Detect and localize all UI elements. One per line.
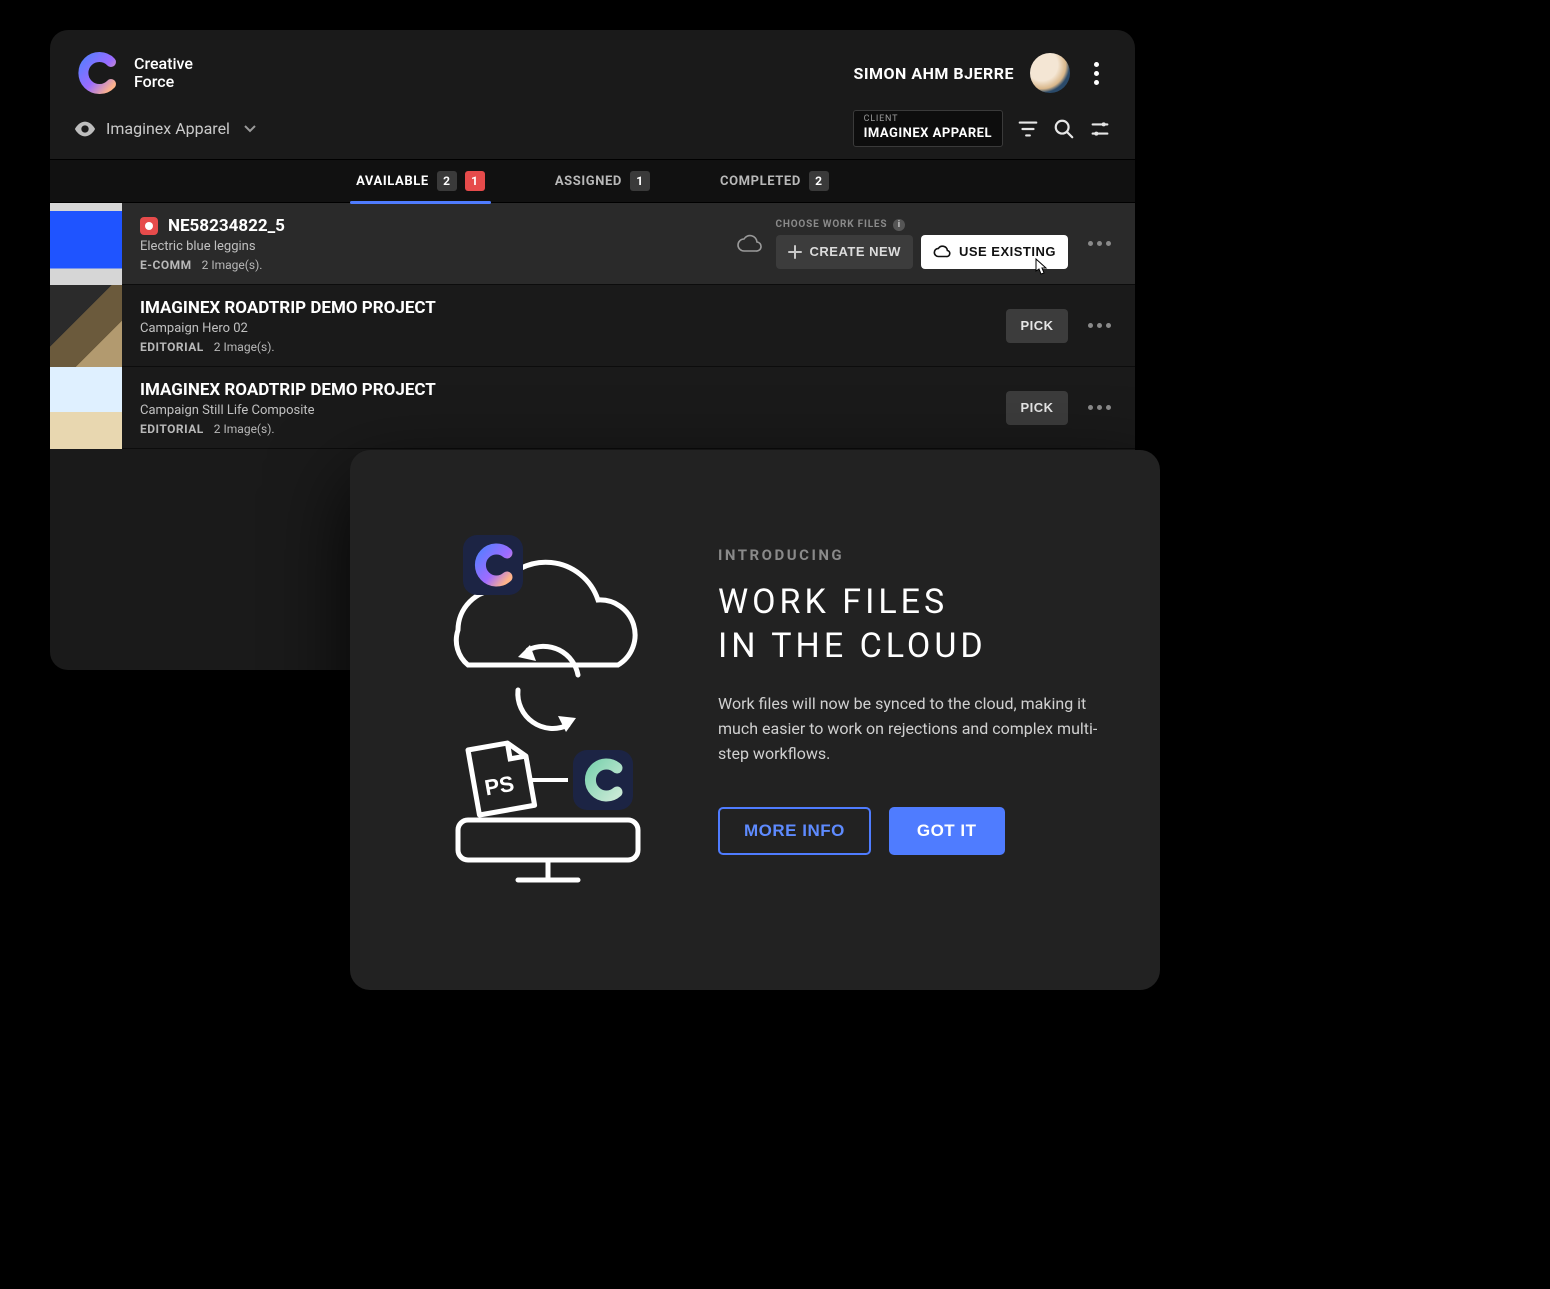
brand: Creative Force bbox=[78, 51, 193, 95]
cloud-icon bbox=[736, 234, 762, 254]
sub-header: Imaginex Apparel CLIENT IMAGINEX APPAREL bbox=[50, 102, 1135, 159]
org-selector[interactable]: Imaginex Apparel bbox=[74, 119, 256, 138]
task-tabs: AVAILABLE 2 1 ASSIGNED 1 COMPLETED 2 bbox=[50, 159, 1135, 203]
cloud-icon bbox=[933, 245, 951, 259]
got-it-button[interactable]: GOT IT bbox=[889, 807, 1005, 855]
header-more-icon[interactable] bbox=[1086, 56, 1107, 91]
task-title: IMAGINEX ROADTRIP DEMO PROJECT bbox=[140, 298, 436, 318]
choose-work-files-label: CHOOSE WORK FILES bbox=[776, 219, 888, 230]
task-tag: EDITORIAL bbox=[140, 422, 204, 436]
pick-label: PICK bbox=[1020, 318, 1053, 333]
pick-label: PICK bbox=[1020, 400, 1053, 415]
info-icon[interactable]: i bbox=[893, 219, 905, 231]
sub-header-tools: CLIENT IMAGINEX APPAREL bbox=[853, 110, 1111, 147]
task-thumbnail bbox=[50, 285, 122, 367]
task-row-actions: PICK bbox=[1006, 309, 1117, 343]
row-more-icon[interactable] bbox=[1082, 235, 1117, 252]
task-tag: E-COMM bbox=[140, 258, 192, 272]
modal-title-line1: WORK FILES bbox=[718, 580, 1112, 624]
intro-modal: PS bbox=[350, 450, 1160, 990]
task-meta: 2 Image(s). bbox=[202, 258, 263, 272]
plus-icon bbox=[788, 245, 802, 259]
modal-title: WORK FILES IN THE CLOUD bbox=[718, 580, 1112, 668]
tab-completed-label: COMPLETED bbox=[720, 174, 801, 189]
task-row-main: IMAGINEX ROADTRIP DEMO PROJECT Campaign … bbox=[140, 380, 988, 436]
use-existing-label: USE EXISTING bbox=[959, 244, 1056, 259]
svg-text:PS: PS bbox=[483, 771, 516, 801]
tab-completed-count: 2 bbox=[809, 171, 829, 191]
more-info-button[interactable]: MORE INFO bbox=[718, 807, 871, 855]
create-new-label: CREATE NEW bbox=[810, 244, 901, 259]
choose-work-files: CHOOSE WORK FILES i CREATE NEW US bbox=[776, 219, 1068, 269]
status-indicator-icon bbox=[140, 217, 158, 235]
task-row-actions: CHOOSE WORK FILES i CREATE NEW US bbox=[736, 219, 1117, 269]
org-name: Imaginex Apparel bbox=[106, 119, 230, 138]
more-info-label: MORE INFO bbox=[744, 821, 845, 840]
brand-name: Creative Force bbox=[134, 55, 193, 92]
task-row-actions: PICK bbox=[1006, 391, 1117, 425]
brand-name-line2: Force bbox=[134, 73, 193, 91]
task-row[interactable]: IMAGINEX ROADTRIP DEMO PROJECT Campaign … bbox=[50, 285, 1135, 367]
sliders-icon[interactable] bbox=[1089, 118, 1111, 140]
user-name: SIMON AHM BJERRE bbox=[853, 64, 1014, 83]
modal-illustration: PS bbox=[388, 500, 688, 942]
user-avatar[interactable] bbox=[1030, 53, 1070, 93]
modal-description: Work files will now be synced to the clo… bbox=[718, 692, 1112, 766]
client-filter-value: IMAGINEX APPAREL bbox=[864, 126, 992, 141]
task-thumbnail bbox=[50, 203, 122, 285]
tab-assigned-label: ASSIGNED bbox=[555, 174, 622, 189]
chevron-down-icon bbox=[244, 125, 256, 133]
task-thumbnail bbox=[50, 367, 122, 449]
tab-assigned[interactable]: ASSIGNED 1 bbox=[555, 159, 650, 203]
tab-available-alert: 1 bbox=[465, 171, 485, 191]
task-subtitle: Campaign Hero 02 bbox=[140, 321, 988, 336]
tab-assigned-count: 1 bbox=[630, 171, 650, 191]
modal-kicker: INTRODUCING bbox=[718, 546, 1112, 564]
row-more-icon[interactable] bbox=[1082, 399, 1117, 416]
visibility-icon bbox=[74, 121, 96, 137]
task-row-main: NE58234822_5 Electric blue leggins E-COM… bbox=[140, 216, 718, 272]
task-subtitle: Campaign Still Life Composite bbox=[140, 403, 988, 418]
modal-title-line2: IN THE CLOUD bbox=[718, 624, 1112, 668]
task-row[interactable]: IMAGINEX ROADTRIP DEMO PROJECT Campaign … bbox=[50, 367, 1135, 449]
client-filter-pill[interactable]: CLIENT IMAGINEX APPAREL bbox=[853, 110, 1003, 147]
pick-button[interactable]: PICK bbox=[1006, 309, 1068, 343]
pick-button[interactable]: PICK bbox=[1006, 391, 1068, 425]
header-right: SIMON AHM BJERRE bbox=[853, 53, 1107, 93]
brand-name-line1: Creative bbox=[134, 55, 193, 73]
tab-completed[interactable]: COMPLETED 2 bbox=[720, 159, 829, 203]
filter-icon[interactable] bbox=[1017, 118, 1039, 140]
brand-logo-icon bbox=[78, 51, 122, 95]
client-filter-label: CLIENT bbox=[864, 115, 992, 124]
create-new-button[interactable]: CREATE NEW bbox=[776, 235, 913, 269]
task-title: NE58234822_5 bbox=[168, 216, 285, 236]
use-existing-button[interactable]: USE EXISTING bbox=[921, 235, 1068, 269]
task-row[interactable]: NE58234822_5 Electric blue leggins E-COM… bbox=[50, 203, 1135, 285]
modal-body: INTRODUCING WORK FILES IN THE CLOUD Work… bbox=[718, 500, 1112, 942]
task-row-main: IMAGINEX ROADTRIP DEMO PROJECT Campaign … bbox=[140, 298, 988, 354]
got-it-label: GOT IT bbox=[917, 821, 977, 840]
task-meta: 2 Image(s). bbox=[214, 422, 275, 436]
tab-available-label: AVAILABLE bbox=[356, 174, 429, 189]
task-meta: 2 Image(s). bbox=[214, 340, 275, 354]
task-tag: EDITORIAL bbox=[140, 340, 204, 354]
row-more-icon[interactable] bbox=[1082, 317, 1117, 334]
cursor-pointer-icon bbox=[1028, 257, 1050, 283]
tab-available[interactable]: AVAILABLE 2 1 bbox=[356, 159, 485, 203]
tab-available-count: 2 bbox=[437, 171, 457, 191]
task-title: IMAGINEX ROADTRIP DEMO PROJECT bbox=[140, 380, 436, 400]
task-subtitle: Electric blue leggins bbox=[140, 239, 718, 254]
modal-actions: MORE INFO GOT IT bbox=[718, 807, 1112, 855]
search-icon[interactable] bbox=[1053, 118, 1075, 140]
app-header: Creative Force SIMON AHM BJERRE bbox=[50, 30, 1135, 102]
